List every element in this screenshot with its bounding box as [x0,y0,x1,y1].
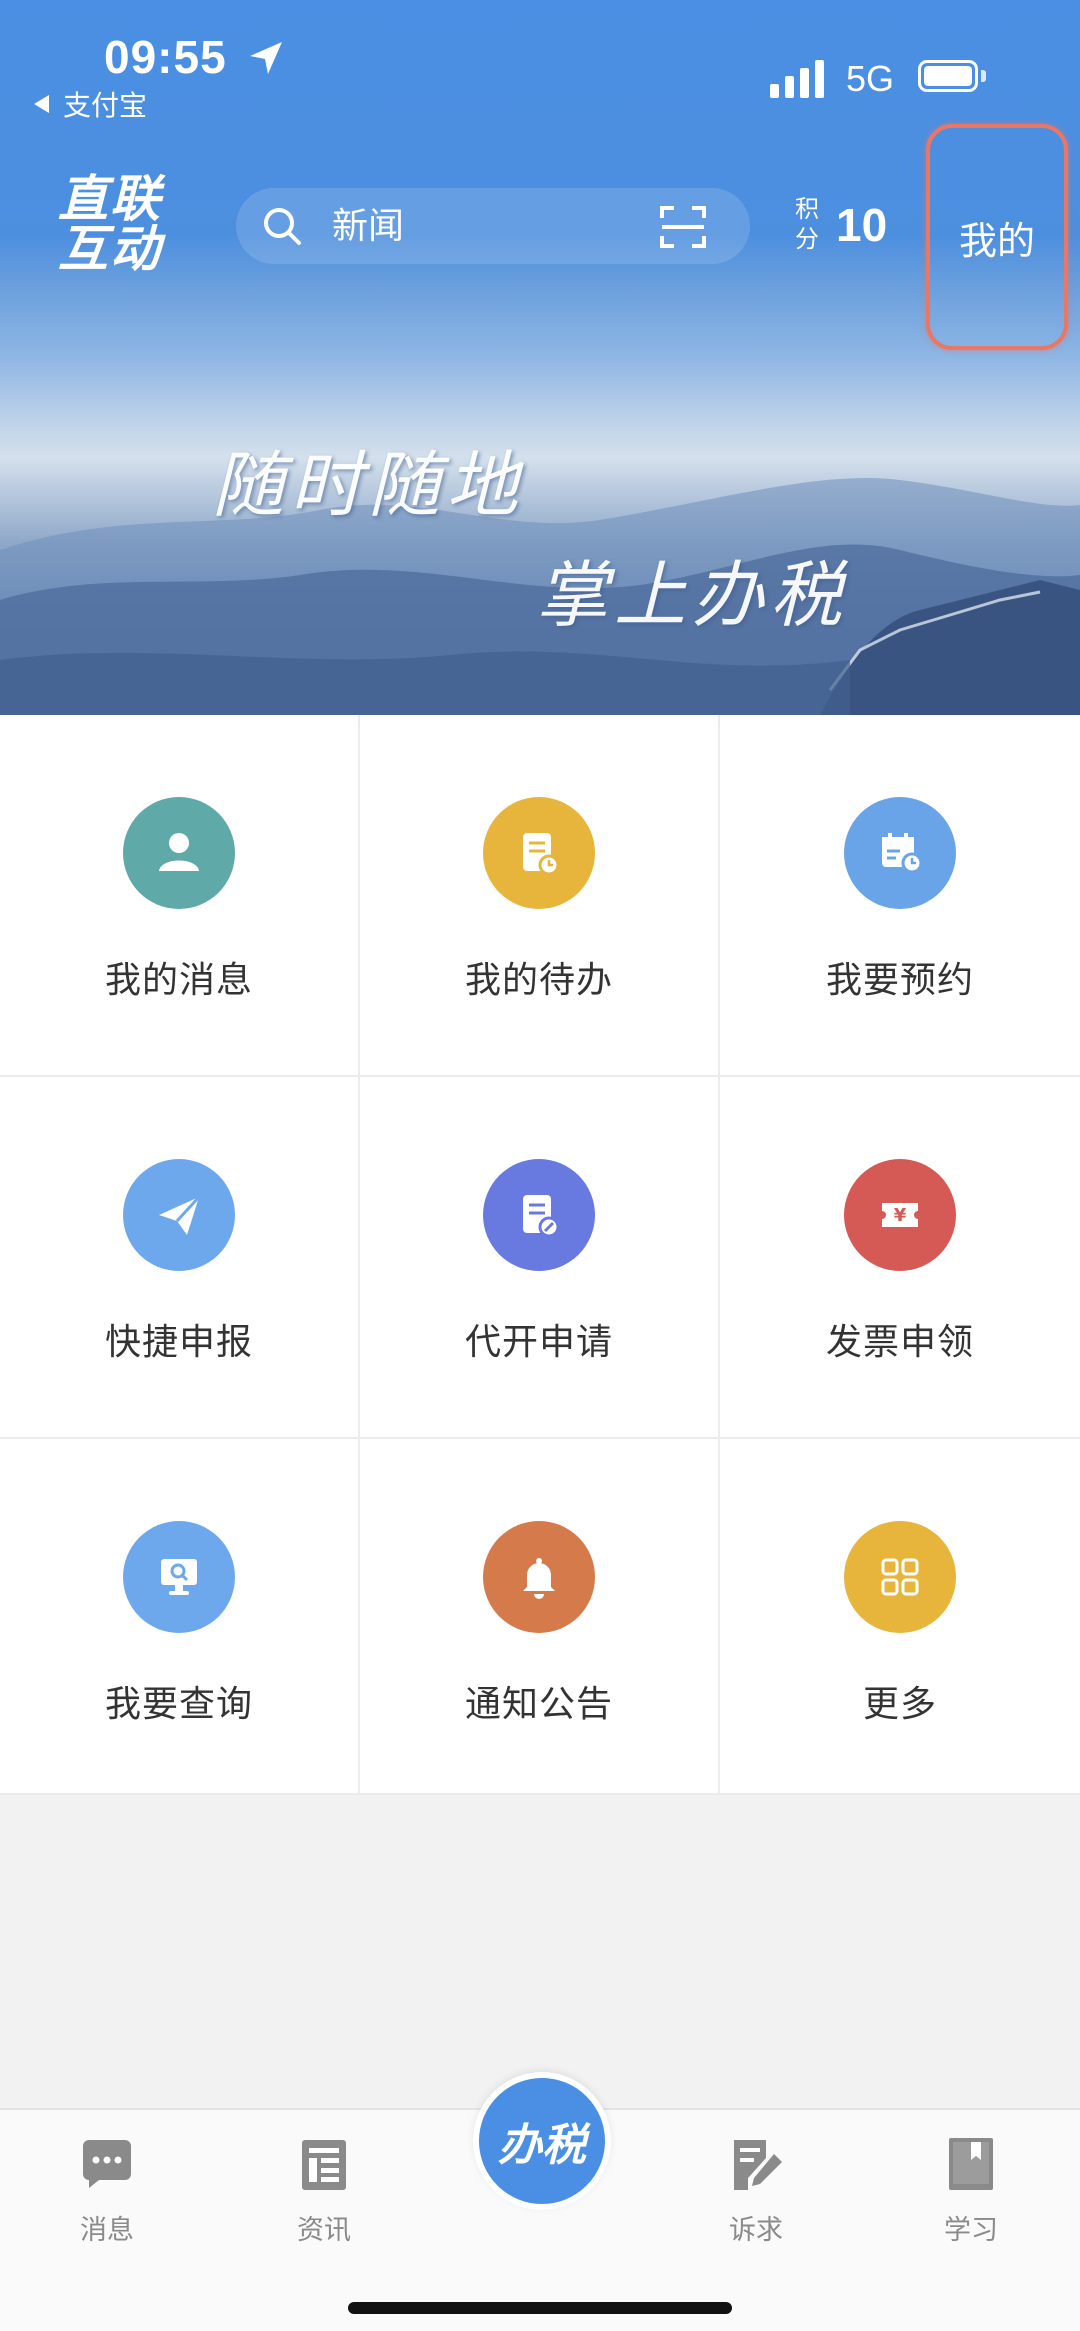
grid-item-my-todo[interactable]: 我的待办 [360,715,720,1077]
tax-handle-button[interactable]: 办税 [473,2072,611,2210]
grid-item-query[interactable]: 我要查询 [0,1439,360,1795]
points-label: 积 分 [795,195,819,253]
paper-plane-icon [123,1159,235,1271]
logo-line-1: 直联 [58,170,162,228]
grid-item-quick-declare[interactable]: 快捷申报 [0,1077,360,1439]
doc-edit-icon [483,1159,595,1271]
yuan-ticket-icon: ¥ [844,1159,956,1271]
calendar-icon [844,797,956,909]
user-icon [123,797,235,909]
tab-appeal[interactable]: 诉求 [686,2134,826,2247]
tab-label: 消息 [80,2215,134,2246]
bell-icon [483,1521,595,1633]
grid-item-appointment[interactable]: 我要预约 [720,715,1080,1077]
tab-label: 资讯 [297,2215,351,2246]
signal-strength-icon [770,58,824,98]
grid-item-label: 通知公告 [464,1684,613,1725]
scan-icon[interactable] [658,202,708,252]
grid-item-label: 代开申请 [464,1322,613,1363]
tab-study[interactable]: 学习 [901,2134,1041,2247]
home-indicator [348,2302,732,2314]
back-to-app-button[interactable]: 支付宝 [34,84,147,124]
grid-more-icon [844,1521,956,1633]
chat-bubble-icon [83,2140,131,2188]
grid-item-label: 我的待办 [464,960,613,1001]
app-logo: 直联 互动 [58,174,188,274]
tab-messages[interactable]: 消息 [37,2134,177,2247]
grid-item-notice[interactable]: 通知公告 [360,1439,720,1795]
grid-item-label: 发票申领 [825,1322,974,1363]
back-app-label: 支付宝 [63,89,148,122]
search-icon [264,208,301,245]
grid-item-label: 我要预约 [825,960,974,1001]
status-time: 09:55 [104,31,227,83]
tab-label: 学习 [944,2215,998,2246]
points-value[interactable]: 10 [836,198,887,252]
svg-text:¥: ¥ [894,1205,907,1226]
back-triangle-icon [34,95,49,113]
grid-item-more[interactable]: 更多 [720,1439,1080,1795]
tab-news[interactable]: 资讯 [254,2134,394,2247]
todo-doc-icon [483,797,595,909]
monitor-search-icon [123,1521,235,1633]
edit-note-icon [734,2140,782,2190]
service-grid: 我的消息 我的待办 我要预约 快捷申报 代开申请 ¥ 发票申领 我要查询 通知公… [0,715,1080,1795]
battery-icon [918,60,978,92]
grid-item-label: 我的消息 [104,960,253,1001]
search-input[interactable] [332,200,582,252]
banner-slogan-1: 随时随地 [212,443,525,527]
grid-item-label: 快捷申报 [104,1322,253,1363]
search-bar[interactable] [236,188,750,264]
news-icon [302,2140,346,2190]
grid-item-invoice-claim[interactable]: ¥ 发票申领 [720,1077,1080,1439]
header: 09:55 支付宝 5G 直联 互动 积 分 10 我的 随时随地 掌上办税 [0,0,1080,715]
banner-slogan-2: 掌上办税 [536,553,849,637]
mine-button[interactable]: 我的 [926,124,1068,350]
grid-item-label: 更多 [862,1684,937,1725]
tab-label: 诉求 [729,2215,783,2246]
battery-cap [981,70,986,82]
network-type: 5G [846,58,895,99]
location-arrow-icon [250,42,282,74]
grid-item-my-messages[interactable]: 我的消息 [0,715,360,1077]
book-icon [949,2138,993,2190]
logo-line-2: 互动 [58,220,162,278]
grid-item-label: 我要查询 [104,1684,253,1725]
grid-item-proxy-invoice[interactable]: 代开申请 [360,1077,720,1439]
